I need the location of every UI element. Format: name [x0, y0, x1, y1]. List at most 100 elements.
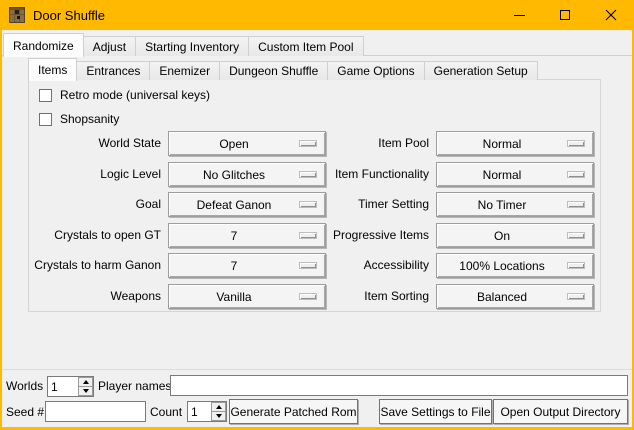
tab-label: Entrances — [86, 64, 140, 78]
crystals-harm-ganon-label: Crystals to harm Ganon — [29, 253, 161, 278]
seed-input[interactable] — [45, 401, 146, 422]
button-label: Open Output Directory — [500, 405, 620, 419]
save-settings-button[interactable]: Save Settings to File — [379, 399, 492, 424]
player-names-input[interactable] — [170, 375, 628, 396]
dropdown-indicator-icon — [567, 171, 585, 178]
item-sorting-value: Balanced — [477, 290, 527, 304]
maximize-icon — [560, 10, 570, 20]
item-functionality-dropdown[interactable]: Normal — [436, 162, 594, 187]
up-arrow-icon — [83, 380, 89, 384]
tab-custom-item-pool[interactable]: Custom Item Pool — [248, 36, 363, 56]
progressive-items-label: Progressive Items — [269, 223, 429, 248]
up-arrow-icon — [216, 405, 222, 409]
tab-label: Enemizer — [159, 64, 210, 78]
worlds-input[interactable] — [48, 377, 78, 396]
tab-items[interactable]: Items — [28, 58, 77, 81]
goal-label: Goal — [29, 192, 161, 217]
worlds-spinner[interactable] — [47, 376, 94, 397]
tab-randomize[interactable]: Randomize — [3, 33, 84, 57]
tab-label: Custom Item Pool — [258, 40, 353, 54]
progressive-items-dropdown[interactable]: On — [436, 223, 594, 248]
down-arrow-icon — [83, 389, 89, 393]
count-label: Count — [150, 401, 182, 424]
item-pool-label: Item Pool — [269, 131, 429, 156]
tab-label: Items — [38, 63, 67, 77]
tab-label: Starting Inventory — [145, 40, 239, 54]
inner-tab-bar: Items Entrances Enemizer Dungeon Shuffle… — [28, 57, 537, 80]
tab-label: Generation Setup — [434, 64, 528, 78]
app-window: Door Shuffle Randomize Adjust Starting I… — [0, 0, 634, 430]
tab-adjust[interactable]: Adjust — [83, 36, 136, 56]
tab-label: Adjust — [93, 40, 126, 54]
close-button[interactable] — [588, 0, 634, 30]
world-state-value: Open — [219, 137, 248, 151]
items-pane: Retro mode (universal keys) Shopsanity W… — [28, 79, 601, 312]
spin-down-button[interactable] — [78, 386, 93, 396]
worlds-label: Worlds — [6, 376, 43, 396]
crystals-open-gt-value: 7 — [231, 229, 238, 243]
button-label: Generate Patched Rom — [230, 405, 356, 419]
worlds-spinner-buttons — [78, 377, 93, 396]
world-state-label: World State — [29, 131, 161, 156]
tab-entrances[interactable]: Entrances — [76, 61, 150, 80]
tab-enemizer[interactable]: Enemizer — [149, 61, 220, 80]
retro-mode-row: Retro mode (universal keys) — [39, 88, 210, 102]
item-sorting-dropdown[interactable]: Balanced — [436, 284, 594, 309]
item-functionality-value: Normal — [483, 168, 522, 182]
count-spinner-buttons — [211, 402, 226, 421]
shopsanity-checkbox[interactable] — [39, 113, 52, 126]
dropdown-indicator-icon — [567, 232, 585, 239]
timer-setting-label: Timer Setting — [269, 192, 429, 217]
accessibility-label: Accessibility — [269, 253, 429, 278]
spin-up-button[interactable] — [78, 377, 93, 386]
title-bar: Door Shuffle — [0, 0, 634, 30]
maximize-button[interactable] — [542, 0, 588, 30]
door-icon — [9, 7, 25, 23]
count-spinner[interactable] — [187, 401, 227, 422]
crystals-harm-ganon-value: 7 — [231, 259, 238, 273]
goal-value: Defeat Ganon — [197, 198, 272, 212]
accessibility-dropdown[interactable]: 100% Locations — [436, 253, 594, 278]
dropdown-indicator-icon — [567, 140, 585, 147]
spin-up-button[interactable] — [211, 402, 226, 411]
shopsanity-label: Shopsanity — [60, 112, 119, 126]
minimize-button[interactable] — [496, 0, 542, 30]
bottom-bar-divider — [2, 369, 632, 370]
player-names-label: Player names — [98, 376, 171, 396]
tab-label: Randomize — [13, 39, 74, 53]
outer-tab-bar: Randomize Adjust Starting Inventory Cust… — [3, 32, 363, 56]
retro-mode-checkbox[interactable] — [39, 89, 52, 102]
close-icon — [605, 9, 617, 21]
dropdown-indicator-icon — [567, 262, 585, 269]
logic-level-value: No Glitches — [203, 168, 265, 182]
item-pool-value: Normal — [483, 137, 522, 151]
open-output-directory-button[interactable]: Open Output Directory — [493, 399, 628, 424]
accessibility-value: 100% Locations — [459, 259, 544, 273]
retro-mode-label: Retro mode (universal keys) — [60, 88, 210, 102]
item-sorting-label: Item Sorting — [269, 284, 429, 309]
tab-generation-setup[interactable]: Generation Setup — [424, 61, 538, 80]
item-pool-dropdown[interactable]: Normal — [436, 131, 594, 156]
spin-down-button[interactable] — [211, 411, 226, 421]
dropdown-indicator-icon — [567, 293, 585, 300]
client-area: Randomize Adjust Starting Inventory Cust… — [2, 30, 632, 427]
generate-patched-rom-button[interactable]: Generate Patched Rom — [229, 399, 358, 424]
dropdown-indicator-icon — [567, 201, 585, 208]
caption-buttons — [496, 0, 634, 30]
minimize-icon — [514, 15, 525, 16]
crystals-open-gt-label: Crystals to open GT — [29, 223, 161, 248]
tab-label: Dungeon Shuffle — [229, 64, 318, 78]
timer-setting-value: No Timer — [478, 198, 527, 212]
window-title: Door Shuffle — [33, 8, 105, 23]
tab-dungeon-shuffle[interactable]: Dungeon Shuffle — [219, 61, 328, 80]
tab-label: Game Options — [337, 64, 414, 78]
count-input[interactable] — [188, 402, 211, 421]
logic-level-label: Logic Level — [29, 162, 161, 187]
weapons-value: Vanilla — [216, 290, 251, 304]
tab-game-options[interactable]: Game Options — [327, 61, 424, 80]
timer-setting-dropdown[interactable]: No Timer — [436, 192, 594, 217]
seed-label: Seed # — [6, 401, 44, 424]
item-functionality-label: Item Functionality — [269, 162, 429, 187]
tab-starting-inventory[interactable]: Starting Inventory — [135, 36, 249, 56]
weapons-label: Weapons — [29, 284, 161, 309]
